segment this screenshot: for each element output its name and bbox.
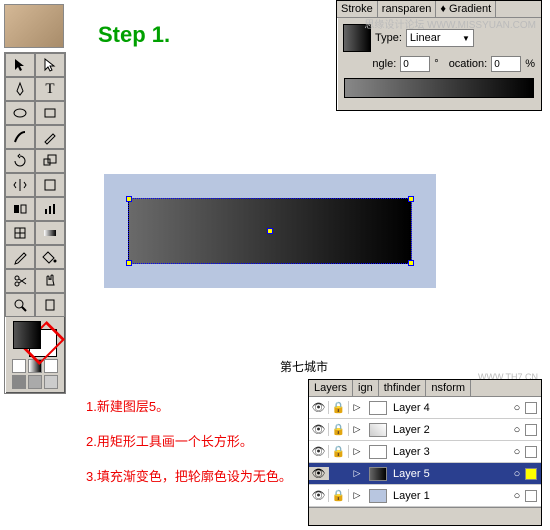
color-icon[interactable] [525,446,537,458]
color-mode[interactable] [12,359,26,373]
rectangle-shape[interactable] [128,198,412,264]
target-icon[interactable]: ○ [509,424,525,436]
location-input[interactable] [491,56,521,72]
visibility-icon[interactable]: 👁 [309,445,329,458]
scale-tool[interactable] [35,149,65,173]
paintbucket-tool[interactable] [35,245,65,269]
target-icon[interactable]: ○ [509,446,525,458]
type-label: Type: [375,32,402,44]
layer-row[interactable]: 👁▷Layer 5○ [309,463,541,485]
lock-icon[interactable]: 🔒 [329,401,349,414]
location-label: ocation: [449,58,488,70]
tab-gradient[interactable]: ♦ Gradient [436,1,496,17]
layer-row[interactable]: 👁🔒▷Layer 2○ [309,419,541,441]
instructions: 1.新建图层5。 2.用矩形工具画一个长方形。 3.填充渐变色，把轮廓色设为无色… [86,396,292,501]
tab-align[interactable]: ign [353,380,379,396]
page-tool[interactable] [35,293,65,317]
watermark: 思缘设计论坛 WWW.MISSYUAN.COM [364,16,536,31]
handle-br[interactable] [408,260,414,266]
handle-center[interactable] [267,228,273,234]
type-tool[interactable]: T [35,77,65,101]
expand-icon[interactable]: ▷ [349,468,365,479]
color-icon[interactable] [525,402,537,414]
handle-tr[interactable] [408,196,414,202]
layer-thumb [369,423,387,437]
instruction-1: 1.新建图层5。 [86,396,292,415]
tab-transparency[interactable]: ransparen [378,1,437,17]
visibility-icon[interactable]: 👁 [309,401,329,414]
ellipse-tool[interactable] [5,101,35,125]
pencil-tool[interactable] [35,125,65,149]
fill-swatch[interactable] [13,321,41,349]
target-icon[interactable]: ○ [509,490,525,502]
layer-thumb [369,467,387,481]
layers-footer [309,507,541,525]
hand-tool[interactable] [35,269,65,293]
rotate-tool[interactable] [5,149,35,173]
visibility-icon[interactable]: 👁 [309,489,329,502]
color-icon[interactable] [525,490,537,502]
layers-panel: Layers ign thfinder nsform 👁🔒▷Layer 4○ 👁… [308,379,542,526]
expand-icon[interactable]: ▷ [349,402,365,413]
graph-tool[interactable] [35,197,65,221]
visibility-icon[interactable]: 👁 [309,423,329,436]
screen-mode-3[interactable] [44,375,58,389]
eyedropper-tool[interactable] [5,245,35,269]
target-icon[interactable]: ○ [509,402,525,414]
mesh-tool[interactable] [5,221,35,245]
gradient-tool[interactable] [35,221,65,245]
angle-input[interactable] [400,56,430,72]
lock-icon[interactable]: 🔒 [329,489,349,502]
city-label: 第七城市 [280,358,328,375]
canvas[interactable] [104,174,436,288]
app-logo [4,4,64,48]
expand-icon[interactable]: ▷ [349,446,365,457]
gradient-ramp[interactable] [344,78,534,98]
layers-list: 👁🔒▷Layer 4○ 👁🔒▷Layer 2○ 👁🔒▷Layer 3○ 👁▷La… [309,397,541,507]
handle-tl[interactable] [126,196,132,202]
expand-icon[interactable]: ▷ [349,490,365,501]
pen-tool[interactable] [5,77,35,101]
tab-stroke[interactable]: Stroke [337,1,378,17]
layer-row[interactable]: 👁🔒▷Layer 4○ [309,397,541,419]
visibility-icon[interactable]: 👁 [309,467,329,480]
layer-thumb [369,401,387,415]
free-transform-tool[interactable] [35,173,65,197]
step-title: Step 1. [98,22,170,48]
fill-stroke-swatch[interactable] [13,321,57,357]
tab-pathfinder[interactable]: thfinder [379,380,427,396]
tab-layers[interactable]: Layers [309,380,353,396]
layer-row[interactable]: 👁🔒▷Layer 1○ [309,485,541,507]
brush-tool[interactable] [5,125,35,149]
color-icon[interactable] [525,424,537,436]
color-icon[interactable] [525,468,537,480]
target-icon[interactable]: ○ [509,468,525,480]
handle-bl[interactable] [126,260,132,266]
instruction-2: 2.用矩形工具画一个长方形。 [86,431,292,450]
layer-thumb [369,445,387,459]
expand-icon[interactable]: ▷ [349,424,365,435]
screen-mode-2[interactable] [28,375,42,389]
layer-row[interactable]: 👁🔒▷Layer 3○ [309,441,541,463]
layer-thumb [369,489,387,503]
screen-mode-1[interactable] [12,375,26,389]
tab-transform[interactable]: nsform [426,380,471,396]
selection-tool[interactable] [5,53,35,77]
blend-tool[interactable] [5,197,35,221]
angle-label: ngle: [372,58,396,70]
rectangle-tool[interactable] [35,101,65,125]
instruction-3: 3.填充渐变色，把轮廓色设为无色。 [86,466,292,485]
gradient-type-select[interactable]: Linear [406,29,474,47]
direct-select-tool[interactable] [35,53,65,77]
toolbox: T [4,52,66,394]
scissors-tool[interactable] [5,269,35,293]
lock-icon[interactable]: 🔒 [329,445,349,458]
none-mode[interactable] [44,359,58,373]
lock-icon[interactable]: 🔒 [329,423,349,436]
reflect-tool[interactable] [5,173,35,197]
zoom-tool[interactable] [5,293,35,317]
